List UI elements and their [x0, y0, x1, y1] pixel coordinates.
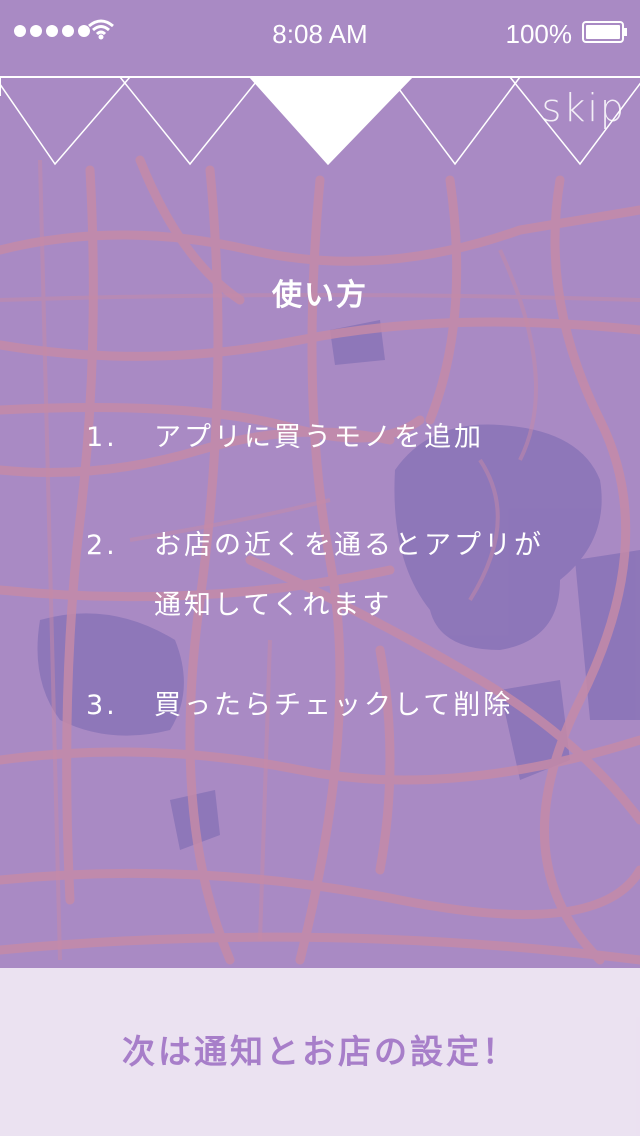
step-text: アプリに買うモノを追加 [154, 422, 484, 453]
next-settings-button[interactable]: 次は通知とお店の設定！ [0, 1025, 640, 1073]
page-title: 使い方 [272, 278, 368, 313]
step-number: 1. [86, 422, 118, 453]
status-bar: 8:08 AM 100% [0, 0, 640, 64]
step-text-continued: 通知してくれます [154, 590, 393, 621]
step-text: お店の近くを通るとアプリが [154, 530, 544, 561]
skip-button[interactable]: skip [542, 86, 626, 130]
step-text: 買ったらチェックして削除 [154, 690, 514, 721]
battery-percent: 100% [505, 19, 573, 49]
page-indicator-marker-1 [0, 76, 131, 166]
step-number: 3. [86, 690, 118, 721]
step-item: 2. お店の近くを通るとアプリが 通知してくれます [86, 516, 544, 636]
page-indicator-marker-2 [119, 76, 261, 166]
page-indicator-marker-current [248, 76, 414, 166]
step-item: 3. 買ったらチェックして削除 [86, 676, 513, 736]
step-item: 1. アプリに買うモノを追加 [86, 408, 484, 468]
page-indicator-marker-4 [389, 76, 521, 166]
battery-icon [582, 21, 627, 43]
step-number: 2. [86, 530, 118, 561]
